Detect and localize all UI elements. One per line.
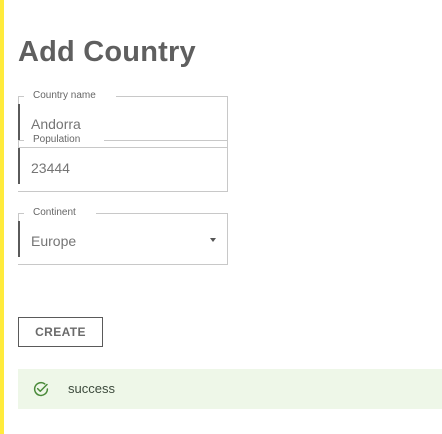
create-button[interactable]: CREATE [18, 317, 103, 347]
population-label: Population [31, 134, 83, 146]
check-circle-icon [33, 381, 49, 397]
country-name-label: Country name [31, 90, 98, 102]
population-input[interactable]: 23444 [31, 160, 70, 176]
chevron-down-icon[interactable] [210, 238, 216, 242]
left-accent-rule [0, 0, 4, 434]
continent-label: Continent [31, 207, 78, 219]
alert-message: success [68, 381, 115, 396]
country-name-input[interactable]: Andorra [31, 116, 81, 132]
population-field[interactable]: Population 23444 [18, 134, 228, 194]
add-country-page: Add Country Country name Andorra Populat… [0, 0, 442, 434]
success-alert: success [18, 369, 442, 409]
continent-selected-value: Europe [31, 233, 77, 249]
continent-select[interactable]: Continent Europe [18, 207, 228, 267]
page-title: Add Country [18, 36, 196, 68]
